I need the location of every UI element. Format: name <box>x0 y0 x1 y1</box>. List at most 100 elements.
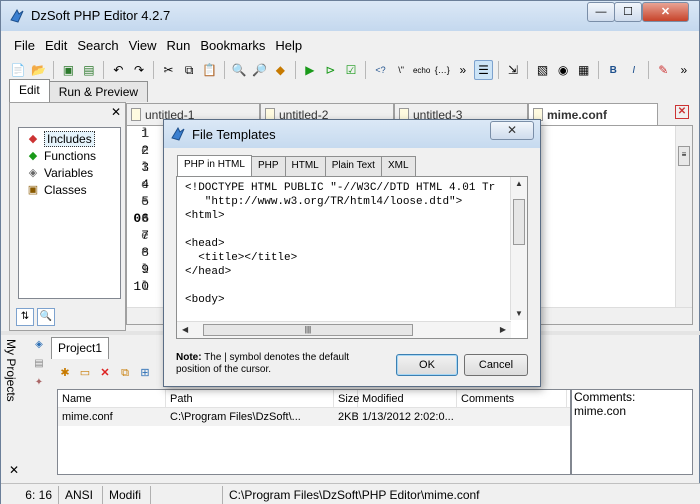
tab-plain-text[interactable]: Plain Text <box>324 156 382 176</box>
menu-view[interactable]: View <box>124 35 162 55</box>
open-file-icon[interactable]: 📂 <box>30 60 49 80</box>
undo-icon[interactable]: ↶ <box>109 60 128 80</box>
bold-icon[interactable]: B <box>604 60 623 80</box>
explorer-buttons: ⇅ 🔍 <box>16 308 55 326</box>
tab-xml[interactable]: XML <box>380 156 416 176</box>
menu-edit[interactable]: Edit <box>40 35 72 55</box>
tools-icon[interactable]: ✦ <box>31 377 47 393</box>
echo-icon[interactable]: echo <box>412 60 431 80</box>
bookmark-icon[interactable]: ◆ <box>271 60 290 80</box>
save-icon[interactable]: ▣ <box>59 60 78 80</box>
comments-panel[interactable]: Comments: mime.con <box>571 389 693 475</box>
my-projects-label[interactable]: My Projects <box>4 339 18 402</box>
template-horizontal-scrollbar[interactable]: ◀ ||| ▶ <box>177 321 511 338</box>
run-debug-icon[interactable]: ⊳ <box>321 60 340 80</box>
brace-icon[interactable]: {…} <box>433 60 452 80</box>
scroll-down-icon[interactable]: ▼ <box>515 309 523 318</box>
template-code-editor[interactable]: <!DOCTYPE HTML PUBLIC "-//W3C//DTD HTML … <box>185 181 509 317</box>
column-comments[interactable]: Comments <box>457 390 567 407</box>
pen-icon[interactable]: ✎ <box>654 60 673 80</box>
italic-icon[interactable]: I <box>624 60 643 80</box>
tab-php[interactable]: PHP <box>250 156 286 176</box>
new-file-icon[interactable]: 📄 <box>9 60 28 80</box>
browse-icon[interactable]: 🔍 <box>37 308 55 326</box>
close-document-icon[interactable]: ✕ <box>675 105 689 119</box>
cut-icon[interactable]: ✂ <box>159 60 178 80</box>
scroll-thumb[interactable]: ||| <box>203 324 413 336</box>
dialog-close-button[interactable]: ✕ <box>490 121 534 140</box>
window-title: DzSoft PHP Editor 4.2.7 <box>31 8 171 23</box>
dialog-title-bar[interactable]: File Templates ✕ <box>164 120 540 148</box>
ok-button[interactable]: OK <box>396 354 458 376</box>
close-icon[interactable]: ✕ <box>111 105 121 119</box>
sort-icon[interactable]: ⇅ <box>16 308 34 326</box>
copy-icon[interactable]: ⧉ <box>180 60 199 80</box>
scroll-thumb[interactable] <box>513 199 525 245</box>
row-name: mime.conf <box>62 411 113 423</box>
paste-icon[interactable]: 📋 <box>200 60 219 80</box>
project-toolbar: ✱ ▭ ✕ ⧉ ⊞ <box>57 365 153 381</box>
code-explorer-tree: ◆ Includes ◆ Functions ◈ Variables ▣ Cla… <box>18 127 121 299</box>
menu-search[interactable]: Search <box>72 35 123 55</box>
remove-file-icon[interactable]: ✕ <box>97 365 113 381</box>
menu-bar: File Edit Search View Run Bookmarks Help <box>9 35 307 55</box>
template-vertical-scrollbar[interactable]: ▲ ▼ <box>510 177 527 320</box>
close-button[interactable]: ✕ <box>642 2 689 22</box>
open-project-icon[interactable]: ⊞ <box>137 365 153 381</box>
close-icon[interactable]: ✕ <box>9 463 19 477</box>
find-icon[interactable]: 🔍 <box>230 60 249 80</box>
redo-icon[interactable]: ↷ <box>130 60 149 80</box>
tab-edit[interactable]: Edit <box>9 79 50 102</box>
save-all-icon[interactable]: ▤ <box>80 60 99 80</box>
scroll-up-icon[interactable]: ▲ <box>515 179 523 188</box>
editor-vertical-scrollbar[interactable]: ≡ <box>675 126 692 324</box>
tab-mime-conf[interactable]: mime.conf <box>528 103 658 125</box>
replace-icon[interactable]: 🔎 <box>250 60 269 80</box>
column-size[interactable]: Size <box>334 390 359 407</box>
modified-state: Modifi <box>103 485 151 504</box>
syntax-check-icon[interactable]: ☑ <box>342 60 361 80</box>
quote-icon[interactable]: \" <box>392 60 411 80</box>
table-row[interactable]: mime.conf C:\Program Files\DzSoft\... 2K… <box>58 408 570 426</box>
menu-help[interactable]: Help <box>270 35 307 55</box>
more-chevron-icon[interactable]: » <box>675 60 694 80</box>
functions-icon: ◆ <box>28 150 38 162</box>
tree-item-classes[interactable]: ▣ Classes <box>19 181 120 198</box>
minimize-button[interactable]: — <box>587 2 615 22</box>
menu-bookmarks[interactable]: Bookmarks <box>195 35 270 55</box>
table-icon[interactable]: ▦ <box>574 60 593 80</box>
tab-html[interactable]: HTML <box>284 156 326 176</box>
new-project-icon[interactable]: ✱ <box>57 365 73 381</box>
insert-icon[interactable]: ⇲ <box>504 60 523 80</box>
tab-project1[interactable]: Project1 <box>51 337 110 359</box>
image-icon[interactable]: ▧ <box>533 60 552 80</box>
maximize-button[interactable]: ☐ <box>614 2 642 22</box>
cancel-button[interactable]: Cancel <box>464 354 528 376</box>
column-modified[interactable]: Modified <box>358 390 457 407</box>
scroll-left-icon[interactable]: ◀ <box>182 325 188 334</box>
menu-file[interactable]: File <box>9 35 40 55</box>
add-file-icon[interactable]: ▭ <box>77 365 93 381</box>
tree-item-label: Functions <box>44 148 97 163</box>
tab-php-in-html[interactable]: PHP in HTML <box>177 155 252 176</box>
toolbar-separator <box>527 61 529 79</box>
php-tag-icon[interactable]: <? <box>371 60 390 80</box>
more-chevron-icon[interactable]: » <box>454 60 473 80</box>
menu-run[interactable]: Run <box>162 35 196 55</box>
run-icon[interactable]: ▶ <box>301 60 320 80</box>
scroll-thumb[interactable]: ≡ <box>678 146 690 166</box>
title-bar[interactable]: DzSoft PHP Editor 4.2.7 — ☐ ✕ <box>1 1 699 31</box>
project-icon[interactable]: ◈ <box>31 339 47 355</box>
tab-run-preview[interactable]: Run & Preview <box>48 81 149 102</box>
tree-item-functions[interactable]: ◆ Functions <box>19 147 120 164</box>
tree-item-variables[interactable]: ◈ Variables <box>19 164 120 181</box>
tree-item-includes[interactable]: ◆ Includes <box>19 130 120 147</box>
toolbar-separator <box>103 61 105 79</box>
color-icon[interactable]: ◉ <box>554 60 573 80</box>
column-name[interactable]: Name <box>58 390 166 407</box>
scroll-right-icon[interactable]: ▶ <box>500 325 506 334</box>
stack-icon[interactable]: ▤ <box>31 358 47 374</box>
templates-icon[interactable]: ☰ <box>474 60 493 80</box>
column-path[interactable]: Path <box>166 390 334 407</box>
copy-file-icon[interactable]: ⧉ <box>117 365 133 381</box>
